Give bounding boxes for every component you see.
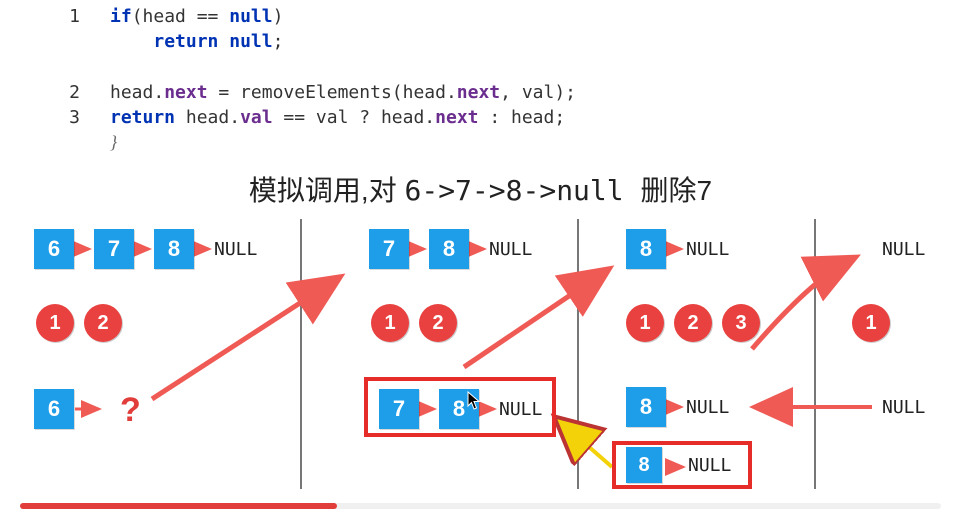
null-label: NULL xyxy=(214,239,257,260)
video-progress-bar[interactable] xyxy=(0,501,961,515)
diagram-title: 模拟调用,对 6->7->8->null 删除7 xyxy=(0,169,961,209)
arrows-svg xyxy=(12,219,949,489)
step-badge: 2 xyxy=(419,304,457,342)
null-label: NULL xyxy=(882,239,925,260)
node: 7 xyxy=(94,229,134,269)
recursion-diagram: 6 7 8 NULL 1 2 6 ? 7 8 NULL 1 2 7 8 NULL… xyxy=(12,219,949,489)
node: 6 xyxy=(34,389,74,429)
node: 8 xyxy=(626,447,662,483)
step-badge: 2 xyxy=(674,304,712,342)
null-label: NULL xyxy=(499,399,542,420)
step-badge: 3 xyxy=(722,304,760,342)
node: 8 xyxy=(626,387,666,427)
null-label: NULL xyxy=(686,397,729,418)
node: 7 xyxy=(369,229,409,269)
node: 8 xyxy=(154,229,194,269)
node: 7 xyxy=(379,389,419,429)
question-mark: ? xyxy=(120,391,141,430)
step-badge: 1 xyxy=(626,304,664,342)
null-label: NULL xyxy=(688,455,731,476)
null-label: NULL xyxy=(686,239,729,260)
node: 6 xyxy=(34,229,74,269)
code-block: 1if(head == null) return null; 2head.nex… xyxy=(20,4,961,155)
step-badge: 1 xyxy=(852,304,890,342)
null-label: NULL xyxy=(489,239,532,260)
null-label: NULL xyxy=(882,397,925,418)
step-badge: 1 xyxy=(371,304,409,342)
node: 8 xyxy=(626,229,666,269)
step-badge: 1 xyxy=(36,304,74,342)
cursor-icon xyxy=(467,391,481,411)
step-badge: 2 xyxy=(84,304,122,342)
node: 8 xyxy=(429,229,469,269)
